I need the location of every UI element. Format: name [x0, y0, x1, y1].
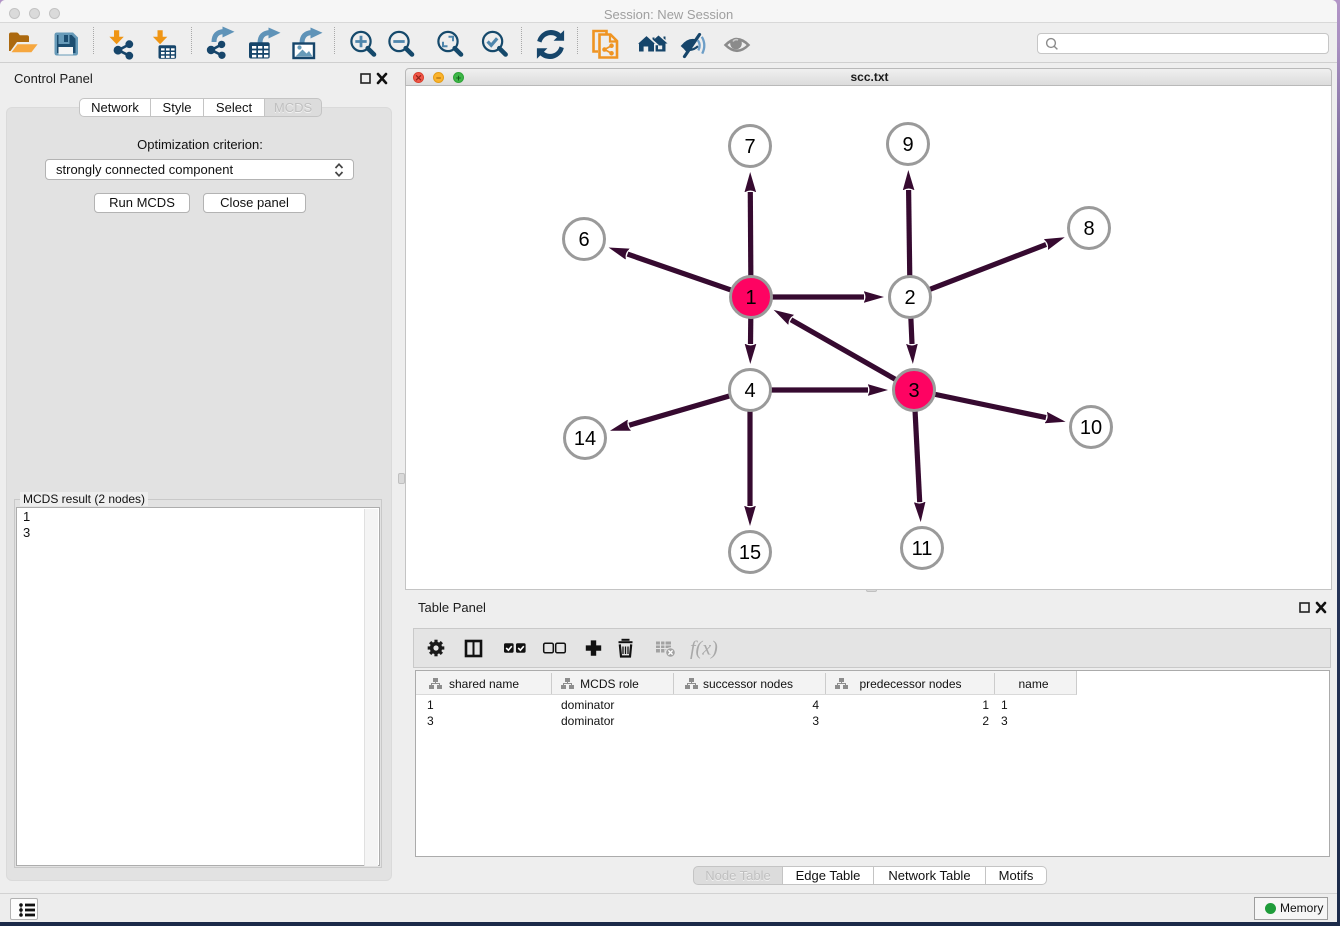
svg-text:1: 1: [745, 287, 756, 309]
svg-text:6: 6: [578, 229, 589, 251]
svg-text:f(x): f(x): [690, 638, 718, 660]
svg-text:15: 15: [739, 542, 761, 564]
svg-text:4: 4: [744, 380, 755, 402]
svg-text:2: 2: [904, 287, 915, 309]
svg-text:9: 9: [902, 134, 913, 156]
svg-text:14: 14: [574, 428, 596, 450]
svg-text:7: 7: [744, 136, 755, 158]
svg-text:10: 10: [1080, 417, 1102, 439]
svg-text:8: 8: [1083, 218, 1094, 240]
svg-text:3: 3: [908, 380, 919, 402]
svg-text:11: 11: [912, 538, 933, 560]
